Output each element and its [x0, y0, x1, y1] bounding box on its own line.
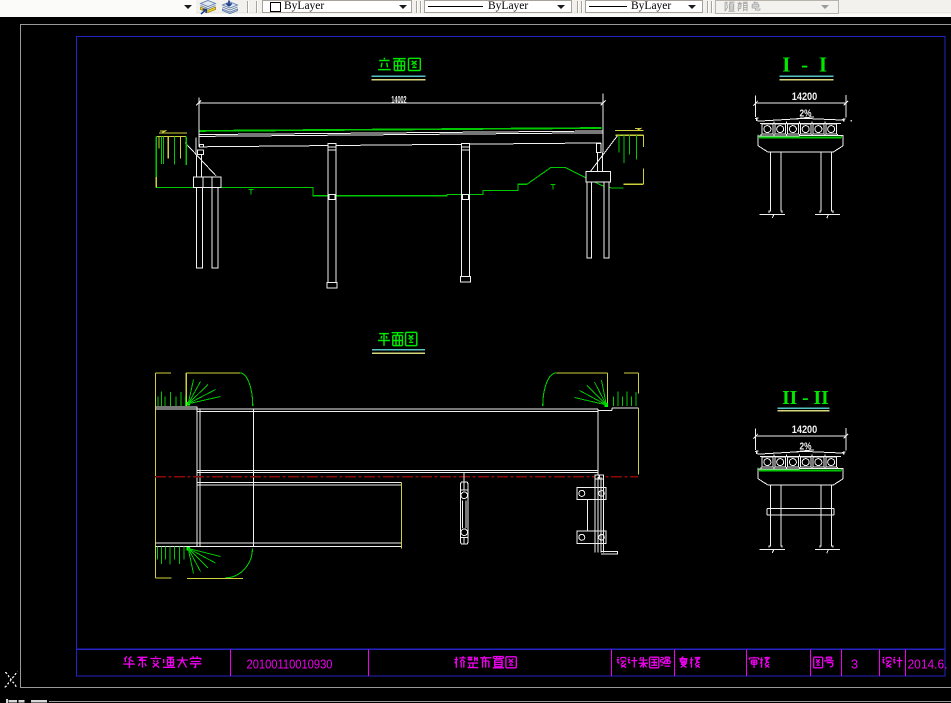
svg-text:14200: 14200: [792, 424, 818, 436]
svg-text:3: 3: [851, 657, 858, 672]
svg-text:14200: 14200: [792, 91, 818, 103]
svg-text:2014.6.: 2014.6.: [908, 658, 948, 672]
svg-text:I - I: I - I: [782, 53, 830, 77]
svg-text:20100110010930: 20100110010930: [247, 657, 333, 672]
svg-text:II - II: II - II: [782, 388, 829, 409]
svg-text:14002: 14002: [391, 95, 406, 106]
